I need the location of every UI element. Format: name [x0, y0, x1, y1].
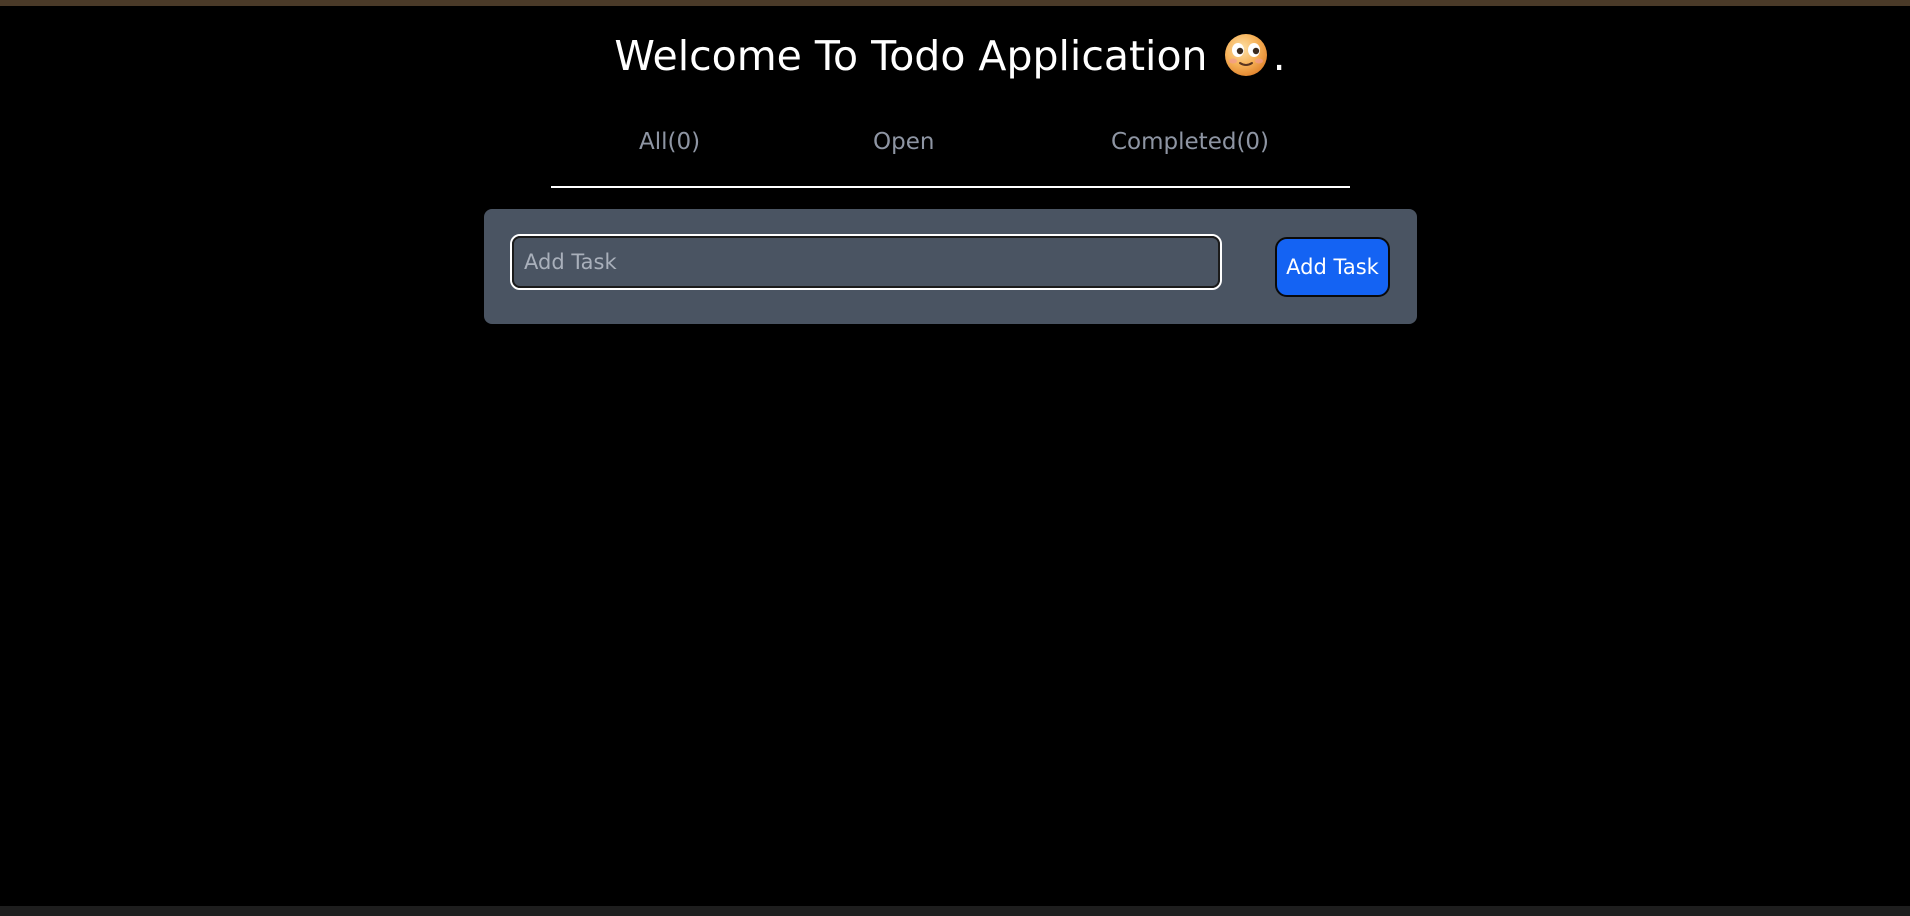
- tab-open[interactable]: Open: [873, 126, 934, 158]
- window-top-border: [0, 0, 1910, 6]
- page-title-text: Welcome To Todo Application: [614, 32, 1208, 80]
- window-bottom-border: [0, 906, 1910, 916]
- add-task-panel: Add Task: [484, 209, 1417, 324]
- add-task-input[interactable]: [510, 234, 1222, 290]
- tab-completed[interactable]: Completed(0): [1111, 126, 1269, 158]
- add-task-button[interactable]: Add Task: [1275, 237, 1390, 297]
- tab-all[interactable]: All(0): [639, 126, 700, 158]
- page-title-suffix: .: [1272, 32, 1286, 80]
- filter-tabs: All(0) Open Completed(0): [551, 118, 1350, 188]
- page-title: Welcome To Todo Application .: [0, 26, 1900, 86]
- smiling-face-icon: [1223, 32, 1269, 78]
